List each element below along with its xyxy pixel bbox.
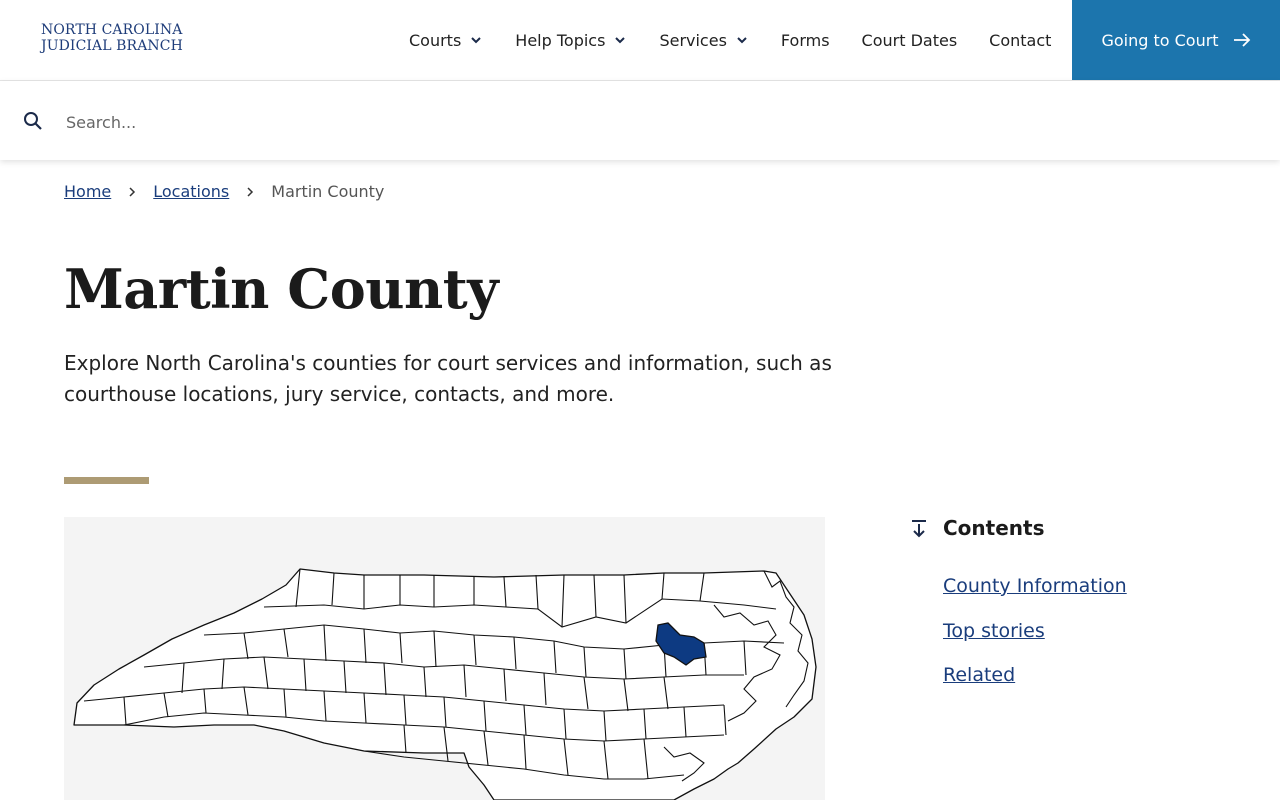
site-header: NORTH CAROLINA JUDICIAL BRANCH Courts He…: [0, 0, 1280, 81]
contents-link-county-information[interactable]: County Information: [943, 575, 1127, 597]
search-icon[interactable]: [23, 111, 43, 131]
logo-line-1: NORTH CAROLINA: [41, 22, 183, 38]
page-lead: Explore North Carolina's counties for co…: [64, 351, 832, 406]
search-bar: [0, 81, 1280, 160]
search-input[interactable]: [64, 105, 1248, 139]
nav-contact-label: Contact: [989, 30, 1052, 50]
breadcrumb-locations-link[interactable]: Locations: [153, 182, 229, 201]
nav-courts[interactable]: Courts: [393, 31, 499, 50]
chevron-right-icon: [129, 186, 136, 197]
table-of-contents: Contents County Information Top stories …: [908, 516, 1208, 686]
accent-rule: [64, 477, 149, 484]
nav-court-dates-label: Court Dates: [861, 30, 958, 50]
state-outline: [73, 568, 817, 800]
breadcrumb-current: Martin County: [271, 182, 385, 201]
chevron-down-icon: [737, 37, 747, 44]
nav-court-dates[interactable]: Court Dates: [846, 31, 974, 50]
nav-forms[interactable]: Forms: [765, 31, 846, 50]
nav-contact[interactable]: Contact: [973, 31, 1067, 50]
breadcrumb-home-link[interactable]: Home: [64, 182, 111, 201]
arrow-right-icon: [1233, 33, 1250, 47]
county-map: [64, 517, 825, 800]
contents-item: Top stories: [943, 619, 1127, 643]
nav-help-topics[interactable]: Help Topics: [499, 31, 643, 50]
nav-services-label: Services: [659, 30, 727, 50]
nav-services[interactable]: Services: [643, 31, 764, 50]
going-to-court-button[interactable]: Going to Court: [1072, 0, 1280, 80]
nav-help-topics-label: Help Topics: [515, 30, 606, 50]
breadcrumb: Home Locations Martin County: [64, 182, 384, 201]
chevron-down-icon: [471, 37, 482, 44]
contents-item: County Information: [943, 574, 1127, 598]
chevron-down-icon: [615, 37, 626, 44]
going-to-court-label: Going to Court: [1101, 30, 1219, 50]
nav-forms-label: Forms: [780, 30, 830, 50]
contents-link-related[interactable]: Related: [943, 664, 1015, 686]
contents-item: Related: [943, 663, 1127, 687]
main-nav: Courts Help Topics Services Forms Court …: [393, 0, 1067, 80]
north-carolina-map: [73, 568, 817, 800]
nav-courts-label: Courts: [409, 30, 462, 50]
page-title: Martin County: [64, 257, 499, 321]
contents-heading-label: Contents: [943, 516, 1045, 540]
contents-heading: Contents: [908, 516, 1208, 540]
logo-line-2: JUDICIAL BRANCH: [41, 38, 183, 54]
contents-list: County Information Top stories Related: [943, 574, 1127, 708]
chevron-right-icon: [247, 186, 254, 197]
site-logo[interactable]: NORTH CAROLINA JUDICIAL BRANCH: [41, 22, 183, 54]
arrow-down-to-line-icon: [912, 520, 926, 538]
contents-link-top-stories[interactable]: Top stories: [943, 620, 1045, 642]
